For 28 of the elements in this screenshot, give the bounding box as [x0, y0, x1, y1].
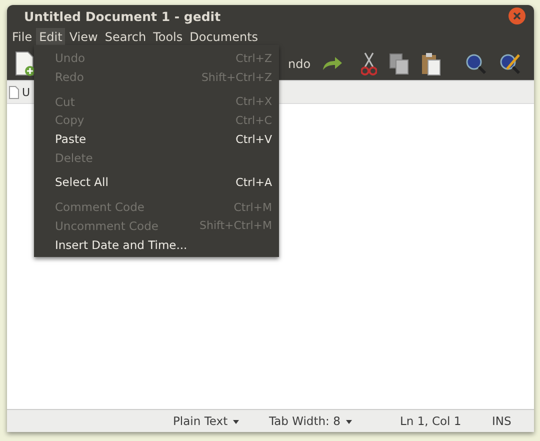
menu-item[interactable]: Search — [102, 28, 150, 46]
paste-icon[interactable] — [420, 52, 441, 76]
language-selector[interactable]: Plain Text — [173, 414, 269, 428]
close-icon[interactable] — [508, 7, 526, 25]
redo-icon[interactable] — [320, 56, 343, 72]
insert-mode: INS — [492, 414, 512, 428]
menu-item[interactable]: Paste Ctrl+V — [34, 130, 279, 148]
toolbar-label[interactable]: ndo — [288, 56, 311, 70]
cursor-position: Ln 1, Col 1 — [400, 414, 462, 428]
scissors-icon[interactable] — [360, 52, 377, 76]
dropdown-arrow-icon — [233, 420, 240, 424]
menu-item[interactable]: Edit — [36, 28, 66, 46]
menu-item[interactable]: Select All Ctrl+A — [34, 173, 279, 192]
menu-item[interactable]: Documents — [186, 28, 262, 46]
new-document-icon[interactable] — [14, 50, 36, 76]
menu-item[interactable]: Tools — [150, 28, 186, 46]
tab-label[interactable]: U — [22, 86, 30, 98]
document-tab[interactable]: U — [9, 86, 30, 98]
menu-item[interactable]: View — [66, 28, 101, 46]
copy-icon[interactable] — [388, 52, 409, 74]
find-replace-icon[interactable] — [498, 52, 521, 74]
window-title: Untitled Document 1 - gedit — [24, 8, 221, 24]
dropdown-arrow-icon — [346, 420, 352, 424]
search-icon[interactable] — [464, 52, 487, 74]
tab-width-selector[interactable]: Tab Width: 8 — [269, 414, 400, 428]
menu-item[interactable]: File — [9, 28, 36, 46]
document-icon — [9, 86, 19, 98]
menu-item[interactable]: Insert Date and Time... — [34, 235, 279, 254]
